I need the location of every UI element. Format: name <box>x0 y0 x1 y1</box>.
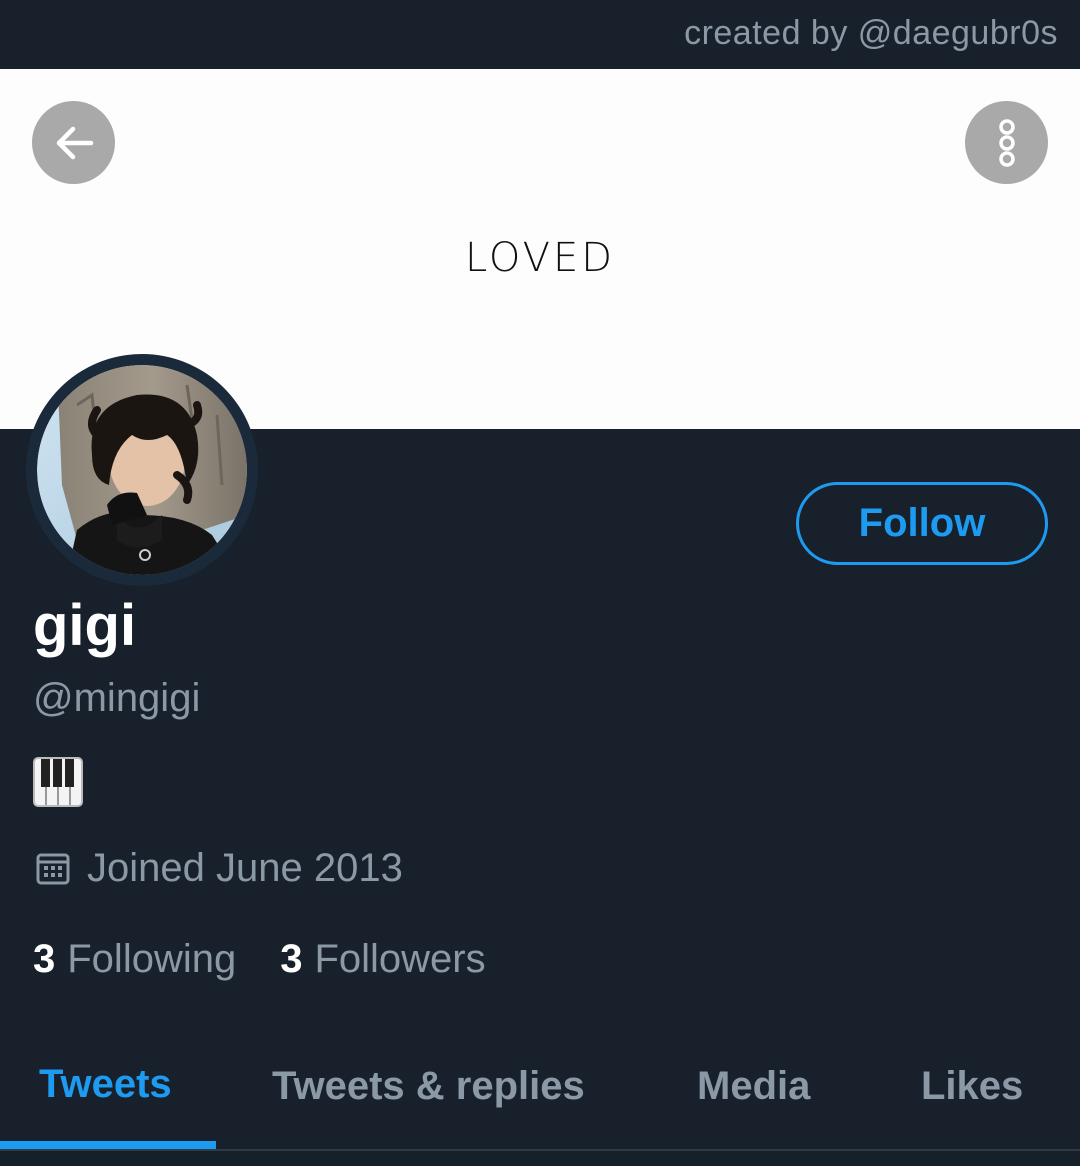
display-name: gigi <box>33 593 137 658</box>
following-link[interactable]: 3 Following <box>33 937 236 982</box>
tab-tweets-replies[interactable]: Tweets & replies <box>272 1064 585 1109</box>
tab-tweets[interactable]: Tweets <box>39 1062 172 1107</box>
following-count: 3 <box>33 937 56 981</box>
back-button[interactable] <box>32 101 115 184</box>
timeline-area <box>0 1151 1080 1166</box>
credit-text: created by @daegubr0s <box>684 14 1058 52</box>
avatar-frame[interactable] <box>26 354 258 586</box>
followers-label: Followers <box>314 937 486 981</box>
piano-keys-emoji <box>33 757 83 807</box>
follow-button[interactable]: Follow <box>796 482 1048 565</box>
following-label: Following <box>67 937 237 981</box>
profile-page: created by @daegubr0s LOVED Follow gigi … <box>0 0 1080 1166</box>
joined-date: Joined June 2013 <box>35 846 403 891</box>
active-tab-indicator <box>0 1141 216 1149</box>
tab-media[interactable]: Media <box>697 1064 810 1109</box>
calendar-icon <box>36 853 70 884</box>
arrow-left-icon <box>56 126 93 159</box>
followers-count: 3 <box>280 937 303 981</box>
credit-bar: created by @daegubr0s <box>0 0 1080 69</box>
joined-text: Joined June 2013 <box>87 846 403 890</box>
follow-stats: 3 Following 3 Followers <box>33 937 486 982</box>
more-options-button[interactable] <box>965 101 1048 184</box>
followers-link[interactable]: 3 Followers <box>280 937 485 982</box>
avatar <box>37 365 247 575</box>
user-handle: @mingigi <box>33 676 201 720</box>
banner-text: LOVED <box>464 235 616 281</box>
tab-likes[interactable]: Likes <box>921 1064 1023 1109</box>
profile-tabs: Tweets Tweets & replies Media Likes <box>0 1040 1080 1150</box>
more-vertical-icon <box>998 118 1015 167</box>
